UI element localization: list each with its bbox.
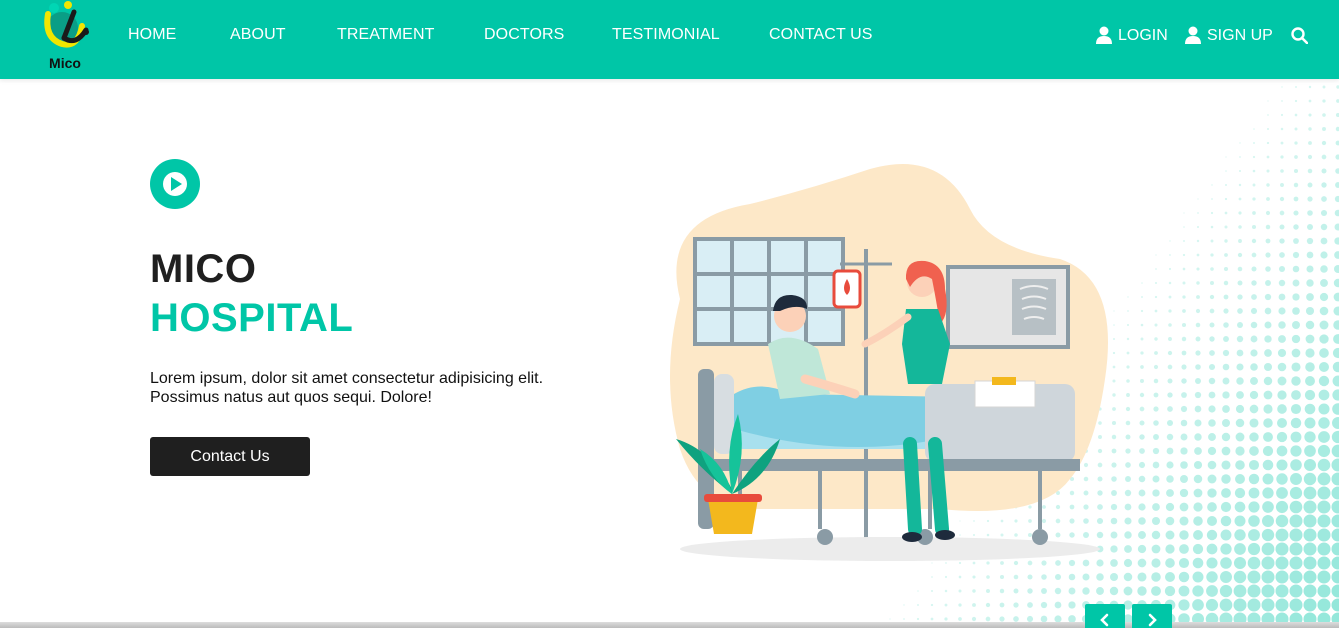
nav-link-contact-us[interactable]: CONTACT US	[769, 26, 873, 44]
user-icon	[1185, 26, 1201, 44]
user-icon	[1096, 26, 1112, 44]
nav-link-testimonial[interactable]: TESTIMONIAL	[612, 26, 720, 44]
contact-us-button[interactable]: Contact Us	[150, 437, 310, 476]
hospital-bed-nurse-illustration	[670, 164, 1108, 561]
navbar: Mico HOME ABOUT TREATMENT DOCTORS TESTIM…	[0, 0, 1339, 79]
chevron-right-icon	[1148, 613, 1157, 627]
search-icon[interactable]	[1291, 27, 1308, 44]
slider-prev-button[interactable]	[1085, 604, 1125, 628]
hero-section: MICO HOSPITAL Lorem ipsum, dolor sit ame…	[0, 79, 1339, 628]
login-link[interactable]: LOGIN	[1096, 26, 1176, 48]
signup-label: SIGN UP	[1207, 27, 1273, 44]
brand-name: Mico	[49, 55, 81, 71]
hero-description: Lorem ipsum, dolor sit amet consectetur …	[150, 370, 544, 406]
play-icon	[163, 172, 187, 196]
nav-link-treatment[interactable]: TREATMENT	[337, 26, 435, 44]
nav-actions: LOGIN SIGN UP	[1096, 24, 1316, 48]
nav-link-home[interactable]: HOME	[128, 26, 176, 44]
slider-next-button[interactable]	[1132, 604, 1172, 628]
brand-logo[interactable]: Mico	[36, 0, 94, 76]
hero-title-line2: HOSPITAL	[150, 296, 354, 340]
hospital-logo-icon	[44, 1, 89, 48]
chevron-left-icon	[1100, 613, 1109, 627]
hero-title-line1: MICO	[150, 247, 257, 291]
nav-link-about[interactable]: ABOUT	[230, 26, 286, 44]
nav-link-doctors[interactable]: DOCTORS	[484, 26, 564, 44]
play-video-button[interactable]	[150, 159, 200, 209]
login-label: LOGIN	[1118, 27, 1168, 44]
signup-link[interactable]: SIGN UP	[1185, 26, 1275, 48]
